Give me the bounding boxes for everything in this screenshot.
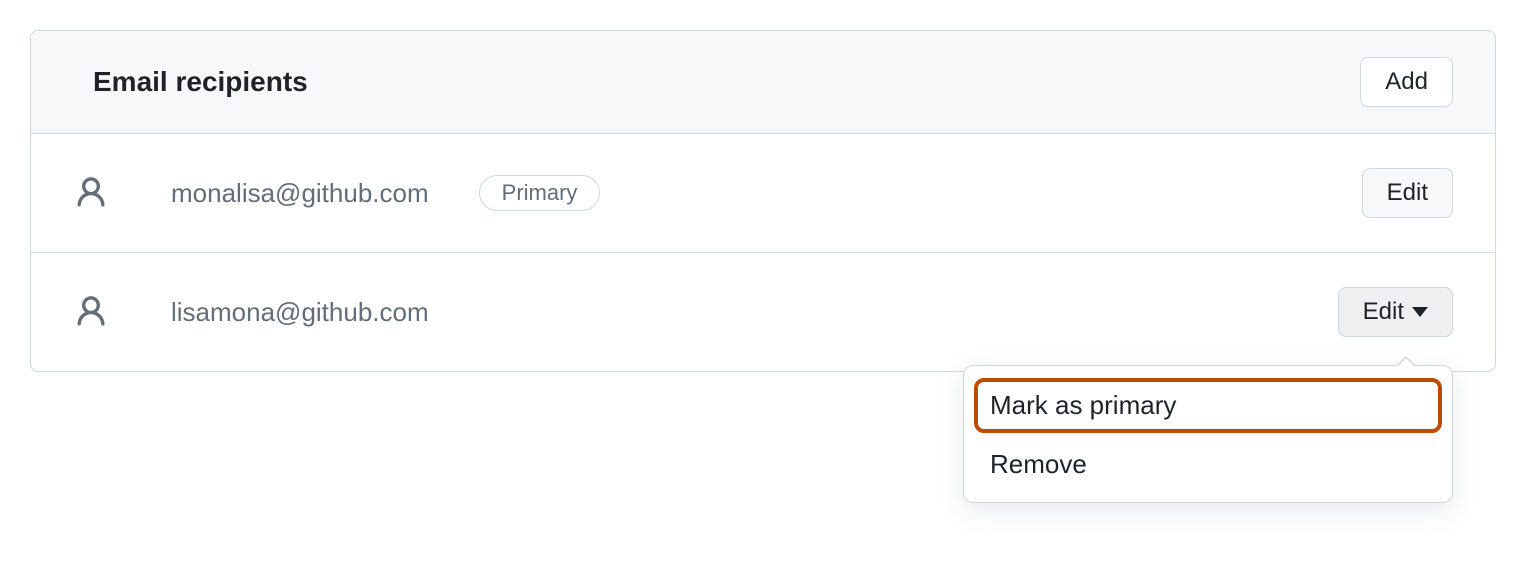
add-button[interactable]: Add bbox=[1360, 57, 1453, 107]
remove-item[interactable]: Remove bbox=[964, 439, 1452, 490]
panel-title: Email recipients bbox=[93, 66, 308, 98]
edit-button[interactable]: Edit bbox=[1362, 168, 1453, 218]
row-actions: Edit bbox=[1338, 287, 1453, 337]
recipient-row: monalisa@github.com Primary Edit bbox=[31, 134, 1495, 253]
person-icon bbox=[73, 294, 109, 330]
person-icon bbox=[73, 175, 109, 211]
panel-header: Email recipients Add bbox=[31, 31, 1495, 134]
row-actions: Edit bbox=[1362, 168, 1453, 218]
edit-button-label: Edit bbox=[1387, 179, 1428, 207]
caret-down-icon bbox=[1412, 307, 1428, 317]
dropdown-item-label: Remove bbox=[990, 449, 1087, 479]
add-button-label: Add bbox=[1385, 68, 1428, 96]
dropdown-item-label: Mark as primary bbox=[990, 390, 1176, 420]
edit-dropdown-button[interactable]: Edit bbox=[1338, 287, 1453, 337]
primary-badge: Primary bbox=[479, 175, 601, 211]
edit-button-label: Edit bbox=[1363, 298, 1404, 326]
recipient-email: monalisa@github.com bbox=[171, 178, 429, 209]
recipient-email: lisamona@github.com bbox=[171, 297, 429, 328]
recipient-row: lisamona@github.com Edit Mark as primary… bbox=[31, 253, 1495, 371]
edit-dropdown-menu: Mark as primary Remove bbox=[963, 365, 1453, 503]
email-recipients-panel: Email recipients Add monalisa@github.com… bbox=[30, 30, 1496, 372]
mark-as-primary-item[interactable]: Mark as primary bbox=[974, 378, 1442, 433]
